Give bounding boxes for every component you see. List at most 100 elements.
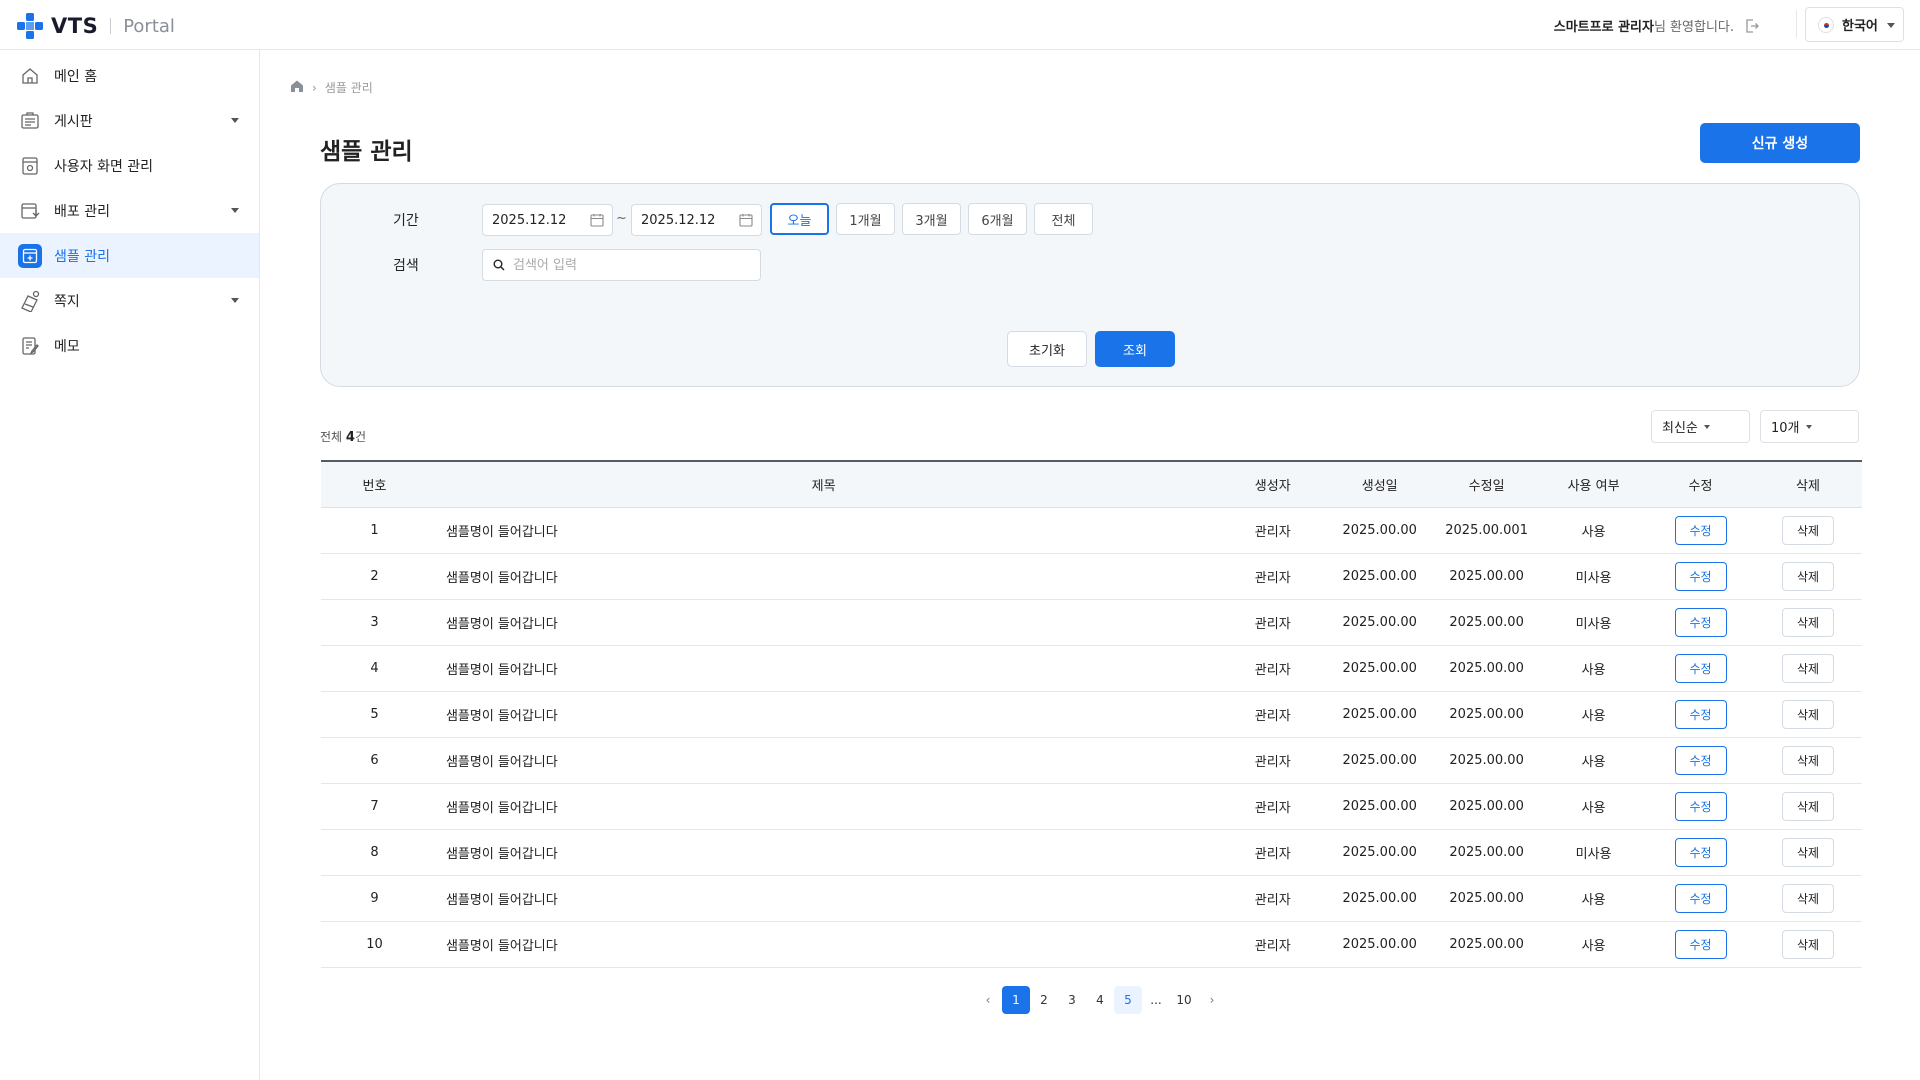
row-number: 2 (370, 568, 379, 584)
row-number: 4 (370, 660, 379, 676)
row-title: 샘플명이 들어갑니다 (445, 708, 558, 724)
row-delete-cell: 삭제 (1754, 507, 1862, 553)
table-row: 3 샘플명이 들어갑니다 관리자 2025.00.00 2025.00.00 미사용 수정 삭… (321, 599, 1862, 645)
page-button-2[interactable]: 2 (1030, 986, 1058, 1014)
logo[interactable]: VTS Portal (15, 11, 175, 41)
delete-button[interactable]: 삭제 (1781, 745, 1834, 775)
sidebar-item-message[interactable]: 쪽지 (0, 278, 259, 323)
edit-button[interactable]: 수정 (1674, 515, 1727, 545)
page-button-1[interactable]: 1 (1002, 986, 1030, 1014)
sidebar-item-sample[interactable]: 샘플 관리 (0, 233, 259, 278)
delete-button[interactable]: 삭제 (1781, 515, 1834, 545)
board-icon (18, 109, 42, 133)
table-row: 2 샘플명이 들어갑니다 관리자 2025.00.00 2025.00.00 미사용 수정 삭… (321, 553, 1862, 599)
row-creator: 관리자 (1254, 846, 1291, 862)
start-date-input[interactable]: 2025.12.12 (482, 204, 613, 236)
period-all-button[interactable]: 전체 (1034, 203, 1093, 235)
row-usage-status: 사용 (1581, 892, 1606, 908)
delete-button[interactable]: 삭제 (1781, 699, 1834, 729)
chevron-down-icon (1703, 424, 1710, 429)
row-modified-date: 2025.00.00 (1449, 936, 1524, 952)
sidebar-item-label: 배포 관리 (54, 203, 110, 220)
row-modified-date: 2025.00.00 (1449, 614, 1524, 630)
chevron-down-icon (1805, 424, 1812, 429)
row-number: 9 (370, 890, 379, 906)
sort-select[interactable]: 최신순 (1651, 410, 1750, 443)
row-modified-date: 2025.00.00 (1449, 798, 1524, 814)
search-field[interactable] (482, 249, 761, 281)
row-modified-date: 2025.00.00 (1449, 706, 1524, 722)
period-6month-button[interactable]: 6개월 (968, 203, 1027, 235)
language-label: 한국어 (1842, 19, 1878, 34)
page-button-3[interactable]: 3 (1058, 986, 1086, 1014)
table-row: 6 샘플명이 들어갑니다 관리자 2025.00.00 2025.00.00 사용 수정 삭제 (321, 737, 1862, 783)
edit-button[interactable]: 수정 (1674, 653, 1727, 683)
page-button-5[interactable]: 5 (1114, 986, 1142, 1014)
home-icon[interactable] (290, 79, 304, 96)
end-date-input[interactable]: 2025.12.12 (631, 204, 762, 236)
filter-panel: 기간 2025.12.12 ~ 2025.12.12 오늘 1개월 3개월 6개… (320, 183, 1860, 387)
row-usage-status: 미사용 (1575, 846, 1612, 862)
header-creator: 생성자 (1254, 478, 1291, 494)
search-input[interactable] (513, 257, 743, 273)
edit-button[interactable]: 수정 (1674, 607, 1727, 637)
edit-button[interactable]: 수정 (1674, 837, 1727, 867)
portal-label: Portal (123, 15, 175, 37)
delete-button[interactable]: 삭제 (1781, 653, 1834, 683)
row-title: 샘플명이 들어갑니다 (445, 662, 558, 678)
table-row: 8 샘플명이 들어갑니다 관리자 2025.00.00 2025.00.00 미사용 수정 삭… (321, 829, 1862, 875)
prev-page-button[interactable]: ‹ (974, 986, 1002, 1014)
sidebar-item-memo[interactable]: 메모 (0, 323, 259, 368)
header-usage: 사용 여부 (1567, 478, 1620, 494)
row-edit-cell: 수정 (1647, 829, 1754, 875)
row-created-date: 2025.00.00 (1342, 522, 1417, 538)
page-size-select[interactable]: 10개 (1760, 410, 1859, 443)
period-1month-button[interactable]: 1개월 (836, 203, 895, 235)
period-today-button[interactable]: 오늘 (770, 203, 829, 235)
header-delete: 삭제 (1796, 478, 1820, 494)
sidebar-item-board[interactable]: 게시판 (0, 98, 259, 143)
row-usage-status: 미사용 (1575, 616, 1612, 632)
sidebar-item-user-screen[interactable]: 사용자 화면 관리 (0, 143, 259, 188)
row-creator: 관리자 (1254, 708, 1291, 724)
reset-button[interactable]: 초기화 (1007, 331, 1087, 367)
delete-button[interactable]: 삭제 (1781, 791, 1834, 821)
row-creator: 관리자 (1254, 754, 1291, 770)
delete-button[interactable]: 삭제 (1781, 607, 1834, 637)
period-3month-button[interactable]: 3개월 (902, 203, 961, 235)
row-modified-date: 2025.00.00 (1449, 568, 1524, 584)
sidebar-item-main-home[interactable]: 메인 홈 (0, 53, 259, 98)
edit-button[interactable]: 수정 (1674, 929, 1727, 959)
edit-button[interactable]: 수정 (1674, 699, 1727, 729)
search-button[interactable]: 조회 (1095, 331, 1175, 367)
sample-table: 번호 제목 생성자 생성일 수정일 사용 여부 수정 삭제 1 샘플명이 들어갑니… (321, 460, 1862, 968)
edit-button[interactable]: 수정 (1674, 561, 1727, 591)
korea-flag-icon (1818, 16, 1834, 33)
page-button-4[interactable]: 4 (1086, 986, 1114, 1014)
page-button-last[interactable]: 10 (1170, 986, 1198, 1014)
delete-button[interactable]: 삭제 (1781, 561, 1834, 591)
row-edit-cell: 수정 (1647, 737, 1754, 783)
chevron-down-icon (1887, 23, 1895, 28)
new-button[interactable]: 신규 생성 (1700, 123, 1860, 163)
edit-button[interactable]: 수정 (1674, 745, 1727, 775)
calendar-icon[interactable] (739, 213, 753, 227)
edit-button[interactable]: 수정 (1674, 883, 1727, 913)
page-size-value: 10개 (1771, 421, 1800, 436)
chevron-down-icon (231, 118, 239, 123)
row-creator: 관리자 (1254, 800, 1291, 816)
row-created-date: 2025.00.00 (1342, 614, 1417, 630)
delete-button[interactable]: 삭제 (1781, 837, 1834, 867)
language-selector[interactable]: 한국어 (1805, 7, 1904, 42)
row-delete-cell: 삭제 (1754, 829, 1862, 875)
row-edit-cell: 수정 (1647, 599, 1754, 645)
sidebar-item-deploy[interactable]: 배포 관리 (0, 188, 259, 233)
delete-button[interactable]: 삭제 (1781, 929, 1834, 959)
logout-icon[interactable] (1744, 18, 1760, 34)
calendar-icon[interactable] (590, 213, 604, 227)
delete-button[interactable]: 삭제 (1781, 883, 1834, 913)
row-creator: 관리자 (1254, 524, 1291, 540)
edit-button[interactable]: 수정 (1674, 791, 1727, 821)
next-page-button[interactable]: › (1198, 986, 1226, 1014)
row-created-date: 2025.00.00 (1342, 890, 1417, 906)
